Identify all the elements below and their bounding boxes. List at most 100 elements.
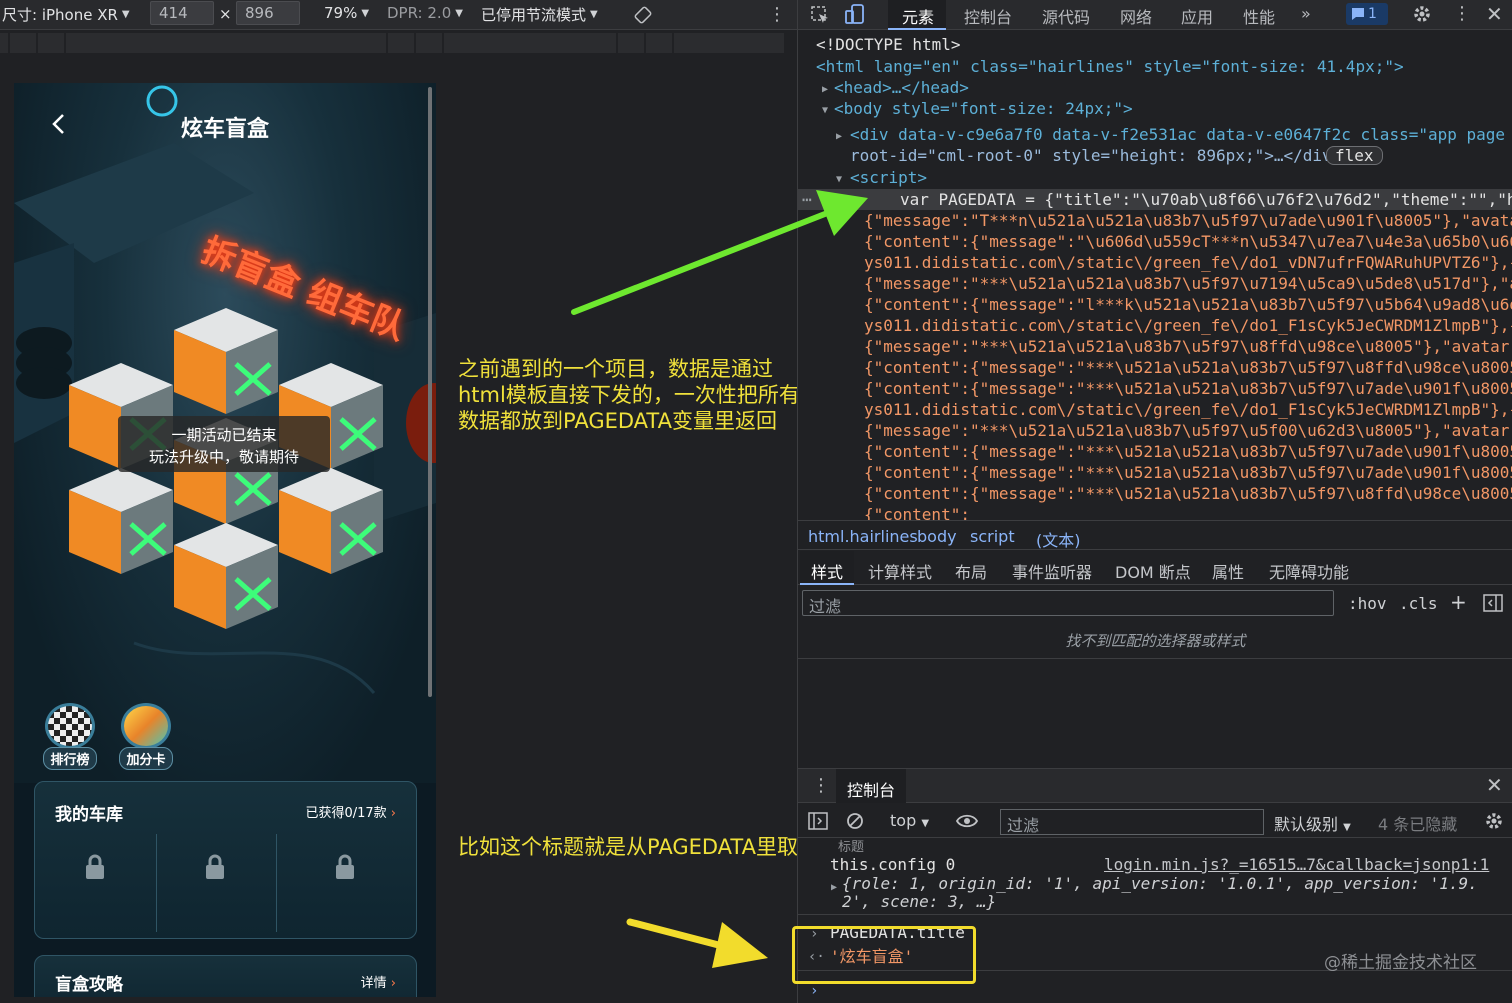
tab-sources[interactable]: 源代码 [1042,4,1090,28]
context-value: top [890,811,917,830]
console-filter-input[interactable]: 过滤 [1000,809,1264,835]
dom-node[interactable]: <html lang="en" class="hairlines" style=… [798,56,1512,77]
tab-event-listeners[interactable]: 事件监听器 [1012,559,1092,583]
throttle-select[interactable]: 已停用节流模式 ▼ [481,4,598,25]
chevron-right-icon: › [390,806,396,821]
ellipsis-icon: ⋯ [802,190,812,209]
divider [798,658,1512,659]
collapse-arrow-icon[interactable]: ▼ [822,100,828,121]
more-options-icon[interactable]: ⋮ [768,4,786,25]
dom-node[interactable]: ▼ <script> [798,167,1512,188]
garage-title: 我的车库 [55,805,123,825]
breadcrumb-item[interactable]: script [970,527,1015,546]
tab-network[interactable]: 网络 [1120,4,1152,28]
dom-node[interactable]: <!DOCTYPE html> [798,34,1512,55]
settings-gear-icon[interactable] [1412,4,1432,24]
clear-console-icon[interactable] [846,812,864,830]
breadcrumb-item[interactable]: html.hairlines [808,527,918,546]
leaderboard-button[interactable]: 排行榜 [42,703,98,770]
tab-properties[interactable]: 属性 [1212,559,1244,583]
dom-node[interactable]: ▶ <div data-v-c9e6a7f0 data-v-f2e531ac da… [798,124,1512,145]
tab-styles[interactable]: 样式 [811,559,843,583]
issues-count: 1 [1368,6,1377,22]
add-style-rule-icon[interactable]: + [1450,590,1467,614]
media-query-ruler [0,33,797,53]
page-title: 炫车盲盒 [180,117,269,142]
styles-filter-input[interactable]: 过滤 [802,590,1334,616]
dpr-select[interactable]: DPR: 2.0 ▼ [387,4,463,22]
tab-computed[interactable]: 计算样式 [868,559,932,583]
dom-line-text: <html lang="en" class="hairlines" style=… [816,57,1404,76]
bonus-card-label: 加分卡 [119,747,173,770]
device-toolbar-toggle-icon[interactable] [844,3,866,25]
console-prompt-icon[interactable]: › [810,982,818,1001]
width-input[interactable]: 414 [150,1,214,25]
blind-box[interactable] [69,468,173,574]
toggle-sidebar-icon[interactable] [1483,594,1503,612]
guide-detail-link[interactable]: 详情 › [361,972,396,991]
drawer-tab-console[interactable]: 控制台 [836,769,906,803]
hov-toggle[interactable]: :hov [1348,594,1387,613]
blind-box[interactable] [174,523,278,629]
flex-badge[interactable]: flex [1326,146,1383,165]
console-object-preview[interactable]: {role: 1, origin_id: '1', api_version: '… [842,874,1478,893]
dom-line-text: <!DOCTYPE html> [816,35,961,54]
inspect-element-icon[interactable] [810,5,830,25]
tab-console[interactable]: 控制台 [964,4,1012,28]
my-garage-card: 我的车库 已获得0/17款 › [34,781,417,939]
dom-line-text: root-id="cml-root-0" style="height: 896p… [850,146,1342,165]
dropdown-arrow-icon: ▼ [921,818,930,829]
garage-count[interactable]: 已获得0/17款 › [305,802,396,821]
expand-arrow-icon[interactable]: ▶ [822,79,828,100]
tab-application[interactable]: 应用 [1181,4,1213,28]
chevron-right-icon: › [390,976,396,991]
dom-line-text: <script> [850,168,928,187]
console-sidebar-icon[interactable] [808,812,828,830]
zoom-value: 79% [324,4,358,22]
context-select[interactable]: top ▼ [890,811,929,830]
expand-arrow-icon[interactable]: ▶ [836,126,842,147]
viewport-scrollbar[interactable] [428,87,432,697]
close-drawer-icon[interactable]: ✕ [1486,773,1503,797]
dom-node[interactable]: ▶ <head>…</head> [798,77,1512,98]
cls-toggle[interactable]: .cls [1399,594,1438,613]
log-level-select[interactable]: 默认级别 ▼ [1274,811,1351,835]
rotate-icon[interactable] [633,5,653,25]
script-text-line: {"content":{"message":"***\u521a\u521a\u… [864,442,1512,461]
tab-elements[interactable]: 元素 [902,4,934,28]
dom-tree: <!DOCTYPE html> <html lang="en" class="h… [798,30,1512,520]
dom-node[interactable]: ▼ <body style="font-size: 24px;"> [798,98,1512,119]
breadcrumb-item[interactable]: (文本) [1036,527,1081,551]
tab-performance[interactable]: 性能 [1243,4,1275,28]
annotation-line: 之前遇到的一个项目，数据是通过 [458,357,773,381]
lock-icon [336,854,354,879]
issues-badge[interactable]: 1 [1346,3,1388,25]
dom-line-text: <body style="font-size: 24px;"> [834,99,1133,118]
close-icon[interactable]: ✕ [1486,2,1503,26]
height-input[interactable]: 896 [236,1,300,25]
blind-box[interactable] [174,308,278,414]
dom-node-selected[interactable]: ⋯ var PAGEDATA = {"title":"\u70ab\u8f66\u… [798,189,1512,210]
dom-line-text: var PAGEDATA = {"title":"\u70ab\u8f66\u7… [900,190,1512,209]
more-tabs-icon[interactable]: » [1301,4,1311,23]
tab-layout[interactable]: 布局 [955,559,987,583]
drawer-header: ⋮ 控制台 ✕ [798,769,1512,803]
source-link[interactable]: login.min.js?_=16515…7&callback=jsonp1:1 [1104,855,1489,874]
tab-accessibility[interactable]: 无障碍功能 [1269,559,1349,583]
dom-node-continued[interactable]: root-id="cml-root-0" style="height: 896p… [798,145,1512,166]
live-expression-eye-icon[interactable] [956,813,978,829]
console-log-label: this.config 0 [830,855,956,874]
expand-object-icon[interactable]: ▶ [831,878,837,897]
tab-dom-breakpoints[interactable]: DOM 断点 [1115,559,1191,583]
devtools-menu-icon[interactable]: ⋮ [1453,3,1471,24]
times-sign: × [219,5,232,23]
drawer-menu-icon[interactable]: ⋮ [812,775,830,796]
breadcrumb-item[interactable]: body [917,527,957,546]
zoom-select[interactable]: 79% ▼ [324,4,369,22]
blind-box[interactable] [279,468,383,574]
bonus-card-button[interactable]: 加分卡 [118,703,174,770]
console-settings-gear-icon[interactable] [1484,811,1504,831]
collapse-arrow-icon[interactable]: ▼ [836,169,842,190]
device-select[interactable]: 尺寸: iPhone XR ▼ [2,4,130,25]
script-text-line: ys011.didistatic.com\/static\/green_fe\/… [864,400,1512,419]
